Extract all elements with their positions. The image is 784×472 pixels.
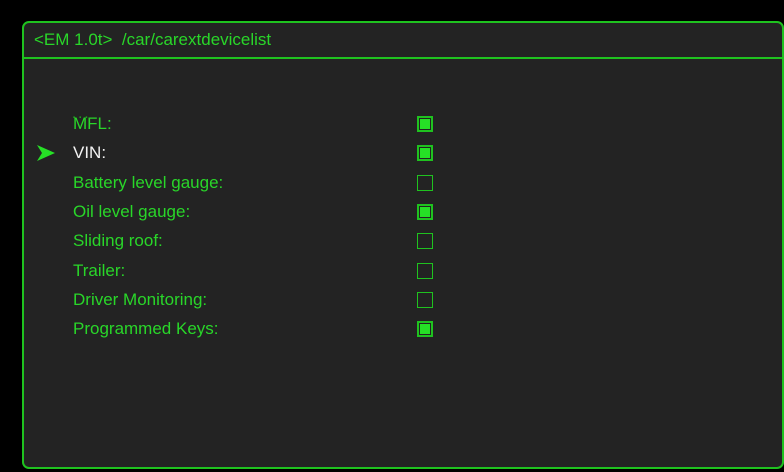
- list-item-label: MFL:: [73, 114, 112, 133]
- list-item-label: Sliding roof:: [73, 231, 163, 250]
- list-item-vin[interactable]: VIN:: [24, 140, 764, 169]
- checkbox[interactable]: [417, 263, 433, 279]
- list-item-label: Driver Monitoring:: [73, 290, 208, 309]
- page-title: <EM 1.0t> /car/carextdevicelist: [34, 30, 272, 49]
- device-list-panel: <EM 1.0t> /car/carextdevicelist ... MFL:…: [22, 21, 784, 469]
- list-item-label: Trailer:: [73, 261, 126, 280]
- list-item-programmed-keys[interactable]: Programmed Keys:: [24, 316, 764, 345]
- checkbox[interactable]: [417, 175, 433, 191]
- list-item-battery-level-gauge[interactable]: Battery level gauge:: [24, 170, 764, 199]
- list-item-label: Programmed Keys:: [73, 319, 219, 338]
- checkbox[interactable]: [417, 116, 433, 132]
- list-item-sliding-roof[interactable]: Sliding roof:: [24, 228, 764, 257]
- list-item-label: Oil level gauge:: [73, 202, 191, 221]
- screen: <EM 1.0t> /car/carextdevicelist ... MFL:…: [0, 0, 784, 472]
- list-item-mfl[interactable]: MFL:: [24, 111, 764, 140]
- list-item-trailer[interactable]: Trailer:: [24, 258, 764, 287]
- checkbox[interactable]: [417, 321, 433, 337]
- checkbox[interactable]: [417, 233, 433, 249]
- checkbox[interactable]: [417, 145, 433, 161]
- list-item-label: Battery level gauge:: [73, 173, 224, 192]
- checkbox[interactable]: [417, 292, 433, 308]
- list-item-label: VIN:: [73, 143, 107, 162]
- list-item-oil-level-gauge[interactable]: Oil level gauge:: [24, 199, 764, 228]
- arrow-right-icon: [36, 144, 56, 162]
- list-item-driver-monitoring[interactable]: Driver Monitoring:: [24, 287, 764, 316]
- title-bar: <EM 1.0t> /car/carextdevicelist: [24, 23, 782, 59]
- checkbox[interactable]: [417, 204, 433, 220]
